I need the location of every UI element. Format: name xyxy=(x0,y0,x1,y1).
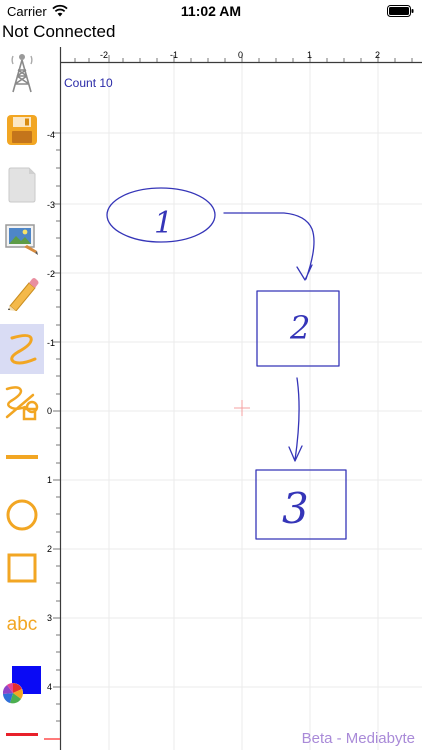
x-ruler-label: -1 xyxy=(170,50,179,60)
label-1: 1 xyxy=(154,206,173,241)
y-ruler-label: 0 xyxy=(47,406,53,416)
line-color-icon[interactable] xyxy=(0,723,44,747)
circle-icon[interactable] xyxy=(0,494,44,536)
x-ruler-label: -2 xyxy=(100,50,109,60)
diagram-labels: 1 2 3 xyxy=(154,206,310,533)
y-ruler-label: -3 xyxy=(47,200,56,210)
status-time: 11:02 AM xyxy=(180,3,242,19)
shape-count-label: Count 10 xyxy=(64,76,113,90)
arrow-2 xyxy=(288,377,303,462)
toolbar: abc xyxy=(0,47,44,750)
arrow-1 xyxy=(223,212,315,281)
pencil-icon[interactable] xyxy=(0,271,44,315)
drawing-canvas[interactable]: 1 2 3 xyxy=(44,47,422,750)
battery-icon xyxy=(387,5,414,17)
connection-status: Not Connected xyxy=(2,22,116,41)
x-ruler-label: 2 xyxy=(375,50,381,60)
connection-tower-icon[interactable] xyxy=(0,51,44,95)
label-2: 2 xyxy=(289,309,310,347)
y-ruler-label: -2 xyxy=(47,269,56,279)
status-bar: Carrier 11:02 AM xyxy=(0,0,422,22)
line-icon[interactable] xyxy=(0,441,44,473)
color-picker-icon[interactable] xyxy=(0,659,44,709)
blank-page-icon[interactable] xyxy=(0,165,44,205)
origin-crosshair xyxy=(234,400,250,416)
square-icon[interactable] xyxy=(0,548,44,588)
label-3: 3 xyxy=(282,484,309,533)
y-ruler-label: -1 xyxy=(47,338,56,348)
y-ruler-label: 4 xyxy=(47,682,53,692)
canvas-svg[interactable]: 1 2 3 xyxy=(44,47,422,750)
text-tool-label: abc xyxy=(6,614,38,635)
freehand-shape-icon[interactable] xyxy=(0,380,44,426)
x-ruler-label: 0 xyxy=(238,50,244,60)
y-ruler-label: 1 xyxy=(47,475,53,485)
y-ruler-label: -4 xyxy=(47,130,56,140)
x-ruler-label: 1 xyxy=(307,50,313,60)
left-ruler xyxy=(44,47,62,750)
footer-brand: Beta - Mediabyte xyxy=(301,730,415,747)
text-tool[interactable]: abc xyxy=(0,605,44,645)
save-icon[interactable] xyxy=(0,111,44,149)
y-ruler-label: 3 xyxy=(47,613,53,623)
freehand-icon[interactable] xyxy=(0,324,44,374)
y-ruler-label: 2 xyxy=(47,544,53,554)
image-icon[interactable] xyxy=(0,219,44,259)
